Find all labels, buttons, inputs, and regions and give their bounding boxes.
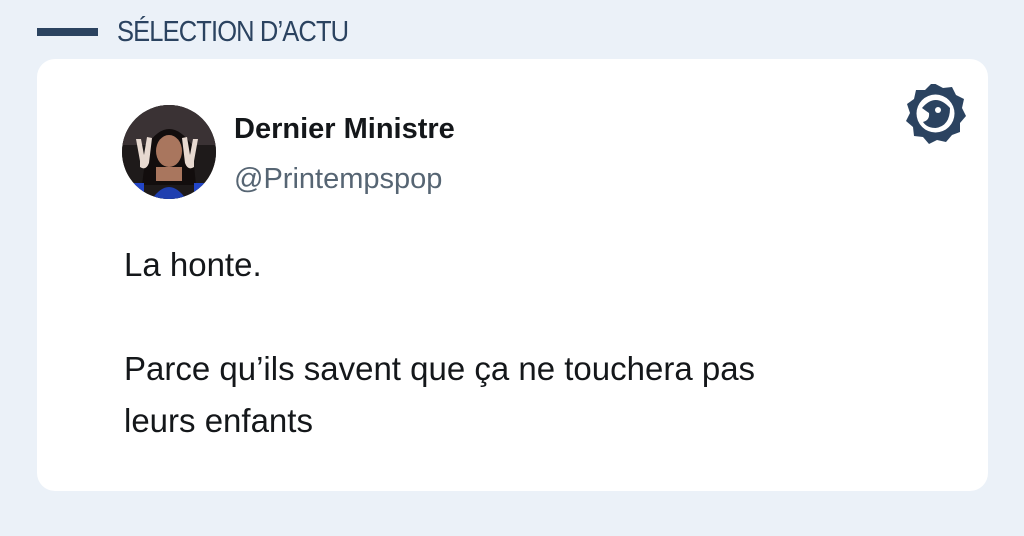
author-block: Dernier Ministre @Printempspop xyxy=(234,111,455,197)
display-name[interactable]: Dernier Ministre xyxy=(234,111,455,147)
tweet-paragraph-2-line-1: Parce qu’ils savent que ça ne touchera p… xyxy=(124,350,756,387)
tweet-card[interactable]: Dernier Ministre @Printempspop La honte.… xyxy=(37,59,988,491)
brand-logo-icon xyxy=(904,82,967,145)
avatar[interactable] xyxy=(122,105,216,199)
user-handle[interactable]: @Printempspop xyxy=(234,161,455,197)
tweet-paragraph-2-line-2: leurs enfants xyxy=(124,402,313,439)
tweet-paragraph-1: La honte. xyxy=(124,246,262,283)
section-title: SÉLECTION D’ACTU xyxy=(117,15,349,48)
tweet-text: La honte. Parce qu’ils savent que ça ne … xyxy=(124,239,944,447)
avatar-photo-icon xyxy=(122,105,216,199)
section-bar xyxy=(37,28,98,36)
section-header: SÉLECTION D’ACTU xyxy=(37,14,380,50)
